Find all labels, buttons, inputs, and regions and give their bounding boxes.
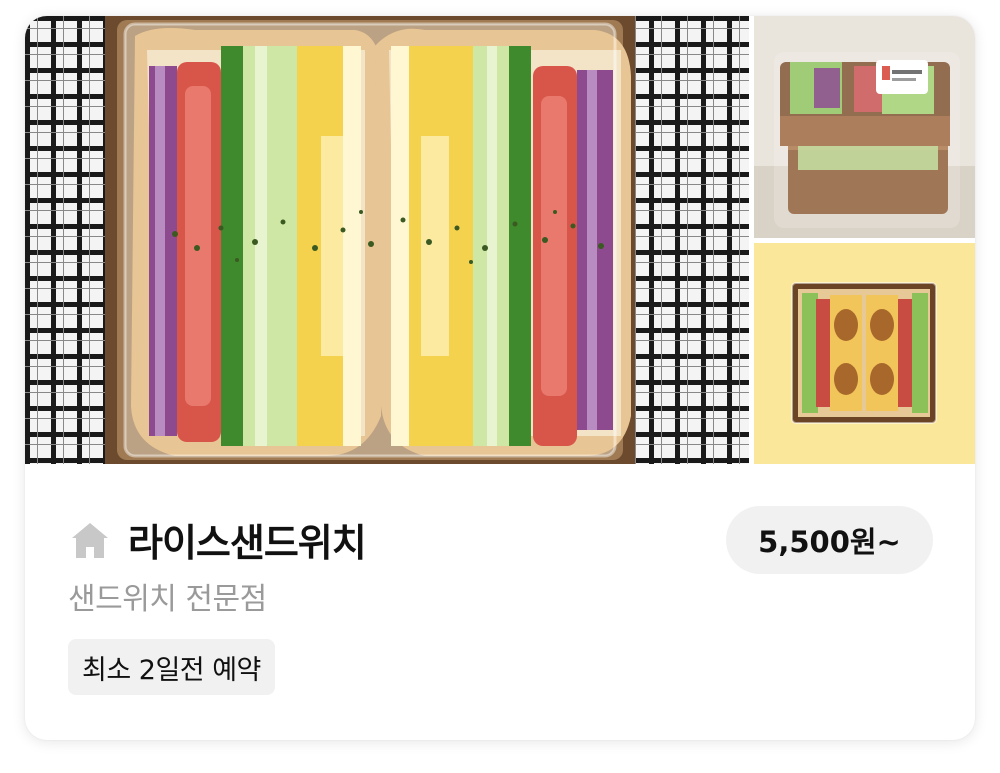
- side-photo-top[interactable]: [754, 16, 975, 238]
- sandwich-cross-section-photo: [25, 16, 749, 464]
- store-info: 라이스샌드위치 샌드위치 전문점 최소 2일전 예약 5,500원~: [25, 464, 975, 740]
- price-badge: 5,500원~: [726, 506, 933, 574]
- photo-gallery[interactable]: [25, 16, 975, 464]
- side-photo-bottom[interactable]: [754, 243, 975, 464]
- store-category: 샌드위치 전문점: [68, 582, 267, 617]
- sandwich-box-on-yellow-photo: [754, 243, 975, 464]
- boxed-sandwich-stack-photo: [754, 16, 975, 238]
- store-card[interactable]: 라이스샌드위치 샌드위치 전문점 최소 2일전 예약 5,500원~: [25, 16, 975, 740]
- store-title-row[interactable]: 라이스샌드위치: [68, 512, 367, 567]
- reservation-badge: 최소 2일전 예약: [68, 639, 275, 695]
- main-photo[interactable]: [25, 16, 749, 464]
- store-name[interactable]: 라이스샌드위치: [128, 512, 367, 567]
- home-icon: [72, 522, 108, 558]
